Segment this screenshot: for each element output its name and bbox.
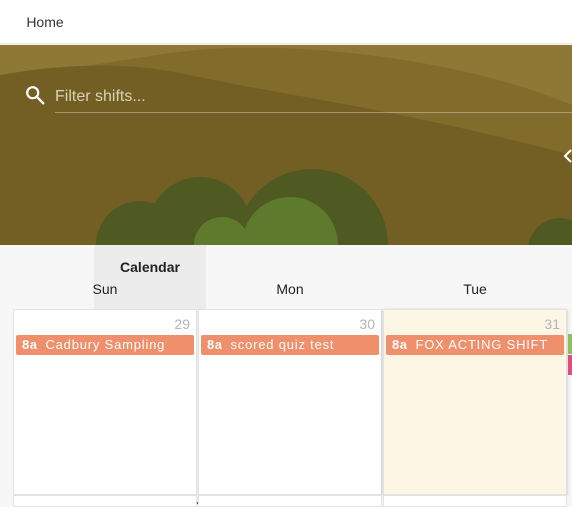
next-week-cell[interactable] [13, 495, 197, 507]
shift-title: FOX ACTING SHIFT [415, 337, 549, 352]
shift-time: 8a [392, 337, 408, 352]
day-header-mon: Mon [276, 281, 304, 297]
day-number: 30 [359, 316, 375, 332]
shift-title: scored quiz test [230, 337, 335, 352]
shift-time: 8a [22, 337, 38, 352]
header-banner [0, 45, 572, 245]
chevron-left-icon[interactable] [562, 148, 572, 164]
tab-bar: Home Calendar [0, 0, 572, 504]
day-cell-30[interactable]: 30 8a scored quiz test [198, 309, 382, 495]
day-cell-29[interactable]: 29 8a Cadbury Sampling [13, 309, 197, 495]
next-day-shift-edge[interactable] [568, 334, 572, 354]
tab-home[interactable]: Home [0, 0, 90, 44]
shift-event[interactable]: 8a scored quiz test [201, 335, 379, 355]
day-number: 29 [174, 316, 190, 332]
day-cell-31-today[interactable]: 31 8a FOX ACTING SHIFT [383, 309, 567, 495]
filter-shifts-input[interactable] [55, 82, 572, 113]
calendar-week-view: Sun Mon Tue 29 8a Cadbury Sampling 30 8a s… [0, 245, 572, 507]
next-week-cell[interactable] [383, 495, 567, 507]
landscape-illustration [0, 45, 572, 245]
search-icon[interactable] [24, 84, 46, 106]
shift-event[interactable]: 8a Cadbury Sampling [16, 335, 194, 355]
day-number: 31 [544, 316, 560, 332]
day-header-tue: Tue [463, 281, 487, 297]
day-header-sun: Sun [92, 281, 118, 297]
shift-event[interactable]: 8a FOX ACTING SHIFT [386, 335, 564, 355]
next-day-shift-edge[interactable] [568, 355, 572, 375]
shift-time: 8a [207, 337, 223, 352]
next-week-cell[interactable] [198, 495, 382, 507]
shift-title: Cadbury Sampling [45, 337, 166, 352]
